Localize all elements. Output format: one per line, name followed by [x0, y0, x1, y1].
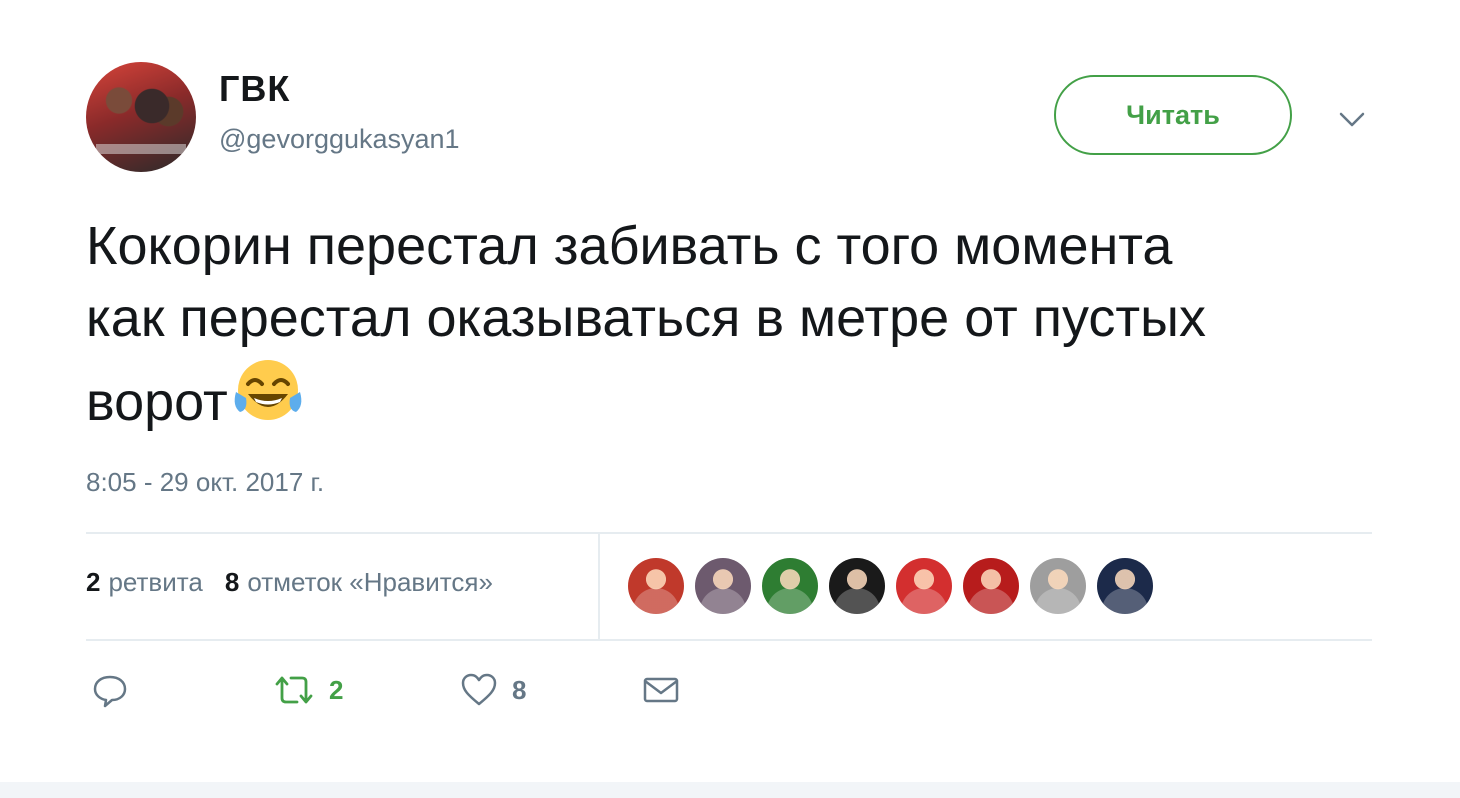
- liker-avatar-1[interactable]: [628, 558, 684, 614]
- divider-top: [86, 532, 1372, 534]
- liker-avatar-6[interactable]: [963, 558, 1019, 614]
- retweets-label: ретвита: [108, 567, 203, 597]
- face-with-tears-of-joy-icon: [230, 354, 306, 430]
- user-handle[interactable]: @gevorggukasyan1: [219, 124, 460, 155]
- heart-icon: [460, 672, 498, 708]
- reply-button[interactable]: [92, 672, 142, 708]
- stats-vertical-divider: [598, 534, 600, 640]
- envelope-icon: [642, 672, 680, 708]
- retweet-button[interactable]: 2: [273, 672, 343, 708]
- direct-message-button[interactable]: [642, 672, 680, 708]
- divider-bottom: [86, 639, 1372, 641]
- follow-button[interactable]: Читать: [1054, 75, 1292, 155]
- bottom-bar: [0, 782, 1460, 798]
- tweet-timestamp[interactable]: 8:05 - 29 окт. 2017 г.: [86, 467, 324, 498]
- liker-avatar-8[interactable]: [1097, 558, 1153, 614]
- likers-avatars: [628, 558, 1153, 614]
- like-count: 8: [512, 674, 527, 705]
- retweet-icon: [273, 672, 315, 708]
- display-name[interactable]: ГВК: [219, 68, 290, 110]
- retweet-count: 2: [329, 674, 344, 705]
- tweet-text: Кокорин перестал забивать с того момента…: [86, 210, 1386, 438]
- likes-label: отметок «Нравится»: [247, 567, 493, 597]
- like-button[interactable]: 8: [460, 672, 526, 708]
- liker-avatar-3[interactable]: [762, 558, 818, 614]
- reply-icon: [92, 672, 128, 708]
- retweets-count: 2: [86, 567, 101, 597]
- tweet-stats: 2 ретвита 8 отметок «Нравится»: [86, 567, 493, 598]
- liker-avatar-7[interactable]: [1030, 558, 1086, 614]
- more-options-chevron-down-icon[interactable]: [1336, 104, 1368, 136]
- liker-avatar-2[interactable]: [695, 558, 751, 614]
- user-avatar[interactable]: [86, 62, 196, 172]
- liker-avatar-5[interactable]: [896, 558, 952, 614]
- retweets-stat[interactable]: 2 ретвита: [86, 567, 203, 598]
- likes-count: 8: [224, 567, 240, 597]
- liker-avatar-4[interactable]: [829, 558, 885, 614]
- likes-stat[interactable]: 8 отметок «Нравится»: [225, 567, 493, 598]
